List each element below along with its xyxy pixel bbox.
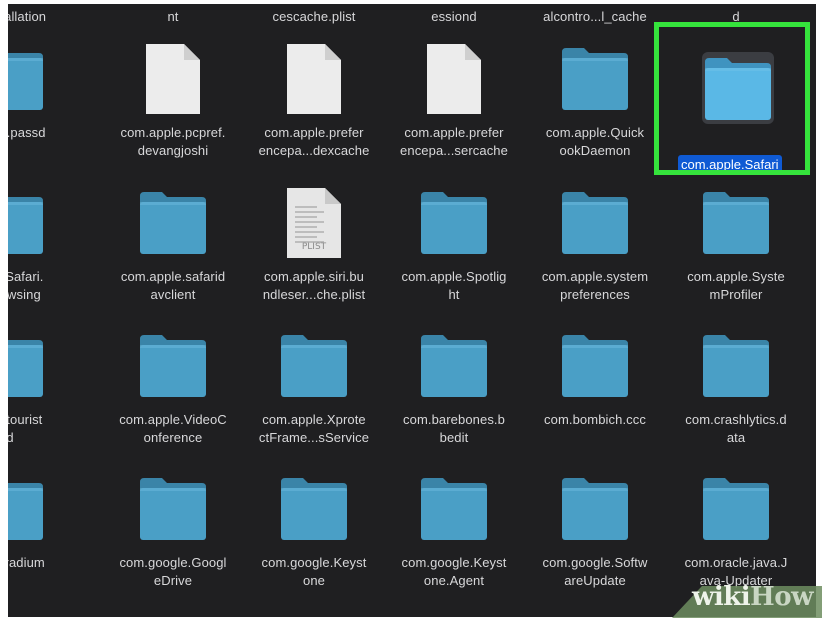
folder-icon[interactable] bbox=[279, 331, 349, 401]
folder-item[interactable]: com.apple.Xprote ctFrame...sService bbox=[244, 331, 384, 471]
folder-item[interactable]: com.apple.Quick ookDaemon bbox=[525, 44, 665, 184]
file-item[interactable]: PLIST com.apple.siri.bu ndleser...che.pli… bbox=[244, 188, 384, 328]
folder-icon[interactable] bbox=[419, 331, 489, 401]
folder-item[interactable]: com.bombich.ccc bbox=[525, 331, 665, 471]
item-label[interactable]: com.barebones.b bedit bbox=[382, 411, 526, 447]
folder-icon[interactable] bbox=[560, 474, 630, 544]
folder-item[interactable]: com.crashlytics.d ata bbox=[666, 331, 806, 471]
file-item[interactable]: com.apple.prefer encepa...dexcache bbox=[244, 44, 384, 184]
folder-icon[interactable] bbox=[701, 474, 771, 544]
item-label[interactable]: com.apple.system preferences bbox=[523, 268, 667, 304]
item-label[interactable]: com.apple.prefer encepa...dexcache bbox=[242, 124, 386, 160]
top-row-label[interactable]: cescache.plist bbox=[242, 8, 386, 26]
folder-icon[interactable] bbox=[419, 188, 489, 258]
folder-item[interactable]: com.apple.safarid avclient bbox=[103, 188, 243, 328]
item-label[interactable]: pple.tourist d bbox=[8, 411, 82, 447]
folder-icon[interactable] bbox=[8, 474, 45, 544]
folder-icon[interactable] bbox=[279, 474, 349, 544]
highlight-callout-box bbox=[654, 22, 810, 175]
item-label[interactable]: com.apple.pcpref. devangjoshi bbox=[101, 124, 245, 160]
folder-icon[interactable] bbox=[560, 331, 630, 401]
folder-item[interactable]: com.google.Keyst one.Agent bbox=[384, 474, 524, 614]
top-row-label[interactable]: alcontro...l_cache bbox=[523, 8, 667, 26]
top-row-label[interactable]: A...stallation bbox=[8, 8, 82, 26]
watermark-how: How bbox=[750, 582, 813, 612]
folder-icon[interactable] bbox=[419, 474, 489, 544]
item-label[interactable]: com.apple.safarid avclient bbox=[101, 268, 245, 304]
item-label[interactable]: com.crashlytics.d ata bbox=[664, 411, 808, 447]
folder-icon[interactable] bbox=[8, 188, 45, 258]
folder-item[interactable]: com.google.Googl eDrive bbox=[103, 474, 243, 614]
folder-item[interactable]: com.apple.system preferences bbox=[525, 188, 665, 328]
item-label[interactable]: com.google.Softw areUpdate bbox=[523, 554, 667, 590]
folder-item[interactable]: urse.radium bbox=[8, 474, 80, 614]
folder-item[interactable]: com.google.Softw areUpdate bbox=[525, 474, 665, 614]
item-label[interactable]: com.bombich.ccc bbox=[523, 411, 667, 429]
folder-icon[interactable] bbox=[560, 188, 630, 258]
document-icon[interactable] bbox=[138, 44, 208, 114]
folder-icon[interactable] bbox=[8, 331, 45, 401]
item-label[interactable]: com.apple.Xprote ctFrame...sService bbox=[242, 411, 386, 447]
folder-item[interactable]: pple.tourist d bbox=[8, 331, 80, 471]
folder-item[interactable]: apple.passd bbox=[8, 44, 80, 184]
watermark-wiki: wiki bbox=[692, 582, 751, 612]
folder-item[interactable]: com.apple.Syste mProfiler bbox=[666, 188, 806, 328]
folder-icon[interactable] bbox=[701, 331, 771, 401]
document-icon[interactable] bbox=[419, 44, 489, 114]
folder-item[interactable]: com.apple.Spotlig ht bbox=[384, 188, 524, 328]
top-row-label[interactable]: nt bbox=[101, 8, 245, 26]
finder-icon-grid: A...stallation ntcescache.plistessiondalc… bbox=[8, 4, 816, 617]
folder-icon[interactable] bbox=[138, 331, 208, 401]
folder-item[interactable]: com.apple.VideoC onference bbox=[103, 331, 243, 471]
folder-icon[interactable] bbox=[138, 188, 208, 258]
document-icon[interactable] bbox=[279, 44, 349, 114]
file-item[interactable]: com.apple.prefer encepa...sercache bbox=[384, 44, 524, 184]
item-label[interactable]: com.apple.Syste mProfiler bbox=[664, 268, 808, 304]
item-label[interactable]: apple.passd bbox=[8, 124, 82, 142]
item-label[interactable]: com.google.Googl eDrive bbox=[101, 554, 245, 590]
item-label[interactable]: com.google.Keyst one.Agent bbox=[382, 554, 526, 590]
folder-icon[interactable] bbox=[560, 44, 630, 114]
item-label[interactable]: com.apple.VideoC onference bbox=[101, 411, 245, 447]
top-row-label[interactable]: essiond bbox=[382, 8, 526, 26]
item-label[interactable]: urse.radium bbox=[8, 554, 82, 572]
folder-item[interactable]: com.barebones.b bedit bbox=[384, 331, 524, 471]
folder-icon[interactable] bbox=[701, 188, 771, 258]
folder-icon[interactable] bbox=[8, 44, 45, 114]
item-label[interactable]: com.apple.siri.bu ndleser...che.plist bbox=[242, 268, 386, 304]
item-label[interactable]: com.apple.Spotlig ht bbox=[382, 268, 526, 304]
item-label[interactable]: pple.Safari. eBrowsing bbox=[8, 268, 82, 304]
item-label[interactable]: com.google.Keyst one bbox=[242, 554, 386, 590]
item-label[interactable]: com.apple.prefer encepa...sercache bbox=[382, 124, 526, 160]
plist-badge: PLIST bbox=[301, 242, 327, 252]
wikihow-watermark: wikiHow bbox=[672, 578, 822, 618]
file-item[interactable]: com.apple.pcpref. devangjoshi bbox=[103, 44, 243, 184]
folder-item[interactable]: pple.Safari. eBrowsing bbox=[8, 188, 80, 328]
item-label[interactable]: com.apple.Quick ookDaemon bbox=[523, 124, 667, 160]
folder-icon[interactable] bbox=[138, 474, 208, 544]
folder-item[interactable]: com.google.Keyst one bbox=[244, 474, 384, 614]
